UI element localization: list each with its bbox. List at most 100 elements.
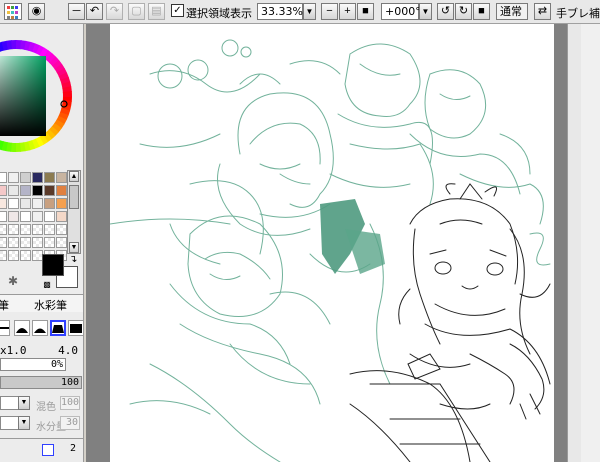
brush-size-row[interactable]: x1.0 4.0: [0, 342, 83, 358]
tab-watercolor[interactable]: 水彩筆: [34, 297, 67, 313]
color-swatch[interactable]: [8, 198, 19, 209]
swatch-scrollbar[interactable]: ▲ ▼: [67, 170, 81, 254]
blend-dropdown-icon[interactable]: ▼: [18, 396, 30, 410]
brush-tip-flat[interactable]: [0, 320, 10, 336]
color-swatch[interactable]: [56, 211, 67, 222]
min-size-slider[interactable]: 0%: [0, 358, 66, 371]
empty-swatch[interactable]: [8, 237, 19, 248]
empty-swatch[interactable]: [0, 224, 7, 235]
empty-swatch[interactable]: [20, 250, 31, 261]
brush-tip-soft[interactable]: [14, 320, 30, 336]
zoom-out-icon[interactable]: −: [321, 3, 338, 20]
line-tool-icon[interactable]: ─: [68, 3, 85, 20]
rotation-reset-icon[interactable]: ■: [473, 3, 490, 20]
selection-display-label: 選択領域表示: [186, 7, 252, 20]
brush-tip-medium[interactable]: [32, 320, 48, 336]
top-toolbar: ◉ ─ ↶ ↷ ▢ ▤ ✓ 選択領域表示 33.33% ▼ − + ■ +000…: [0, 0, 600, 24]
color-swatch[interactable]: [8, 211, 19, 222]
color-swatch[interactable]: [0, 172, 7, 183]
color-wheel[interactable]: [0, 26, 76, 174]
min-size-value: 0%: [50, 359, 63, 370]
color-swatch[interactable]: [32, 185, 43, 196]
scroll-thumb[interactable]: [69, 185, 79, 209]
stabilizer-label: 手ブレ補正: [556, 7, 600, 20]
color-swatch[interactable]: [20, 211, 31, 222]
empty-swatch[interactable]: [56, 224, 67, 235]
empty-swatch[interactable]: [56, 237, 67, 248]
color-swatch[interactable]: [44, 198, 55, 209]
empty-swatch[interactable]: [0, 237, 7, 248]
tool-panel: ▲ ▼ ✱ ↴ ▩ 筆 水彩筆 x1.0 4.0 0%: [0, 24, 84, 462]
primary-color-front[interactable]: [42, 254, 64, 276]
eyedropper-icon[interactable]: ✱: [8, 274, 18, 288]
drawing-canvas[interactable]: [110, 24, 554, 462]
right-panel-edge: [581, 24, 600, 462]
color-swatches[interactable]: [0, 170, 67, 261]
invert-selection-icon[interactable]: ▤: [148, 3, 165, 20]
rotation-field[interactable]: +000°: [381, 3, 421, 20]
color-swatch[interactable]: [32, 211, 43, 222]
brush-size-value[interactable]: 4.0: [58, 344, 78, 357]
color-swatch[interactable]: [0, 211, 7, 222]
empty-swatch[interactable]: [44, 237, 55, 248]
color-swatch[interactable]: [8, 172, 19, 183]
color-swatch[interactable]: [32, 198, 43, 209]
color-swatch[interactable]: [44, 172, 55, 183]
color-swatch[interactable]: [56, 172, 67, 183]
tab-pen[interactable]: 筆: [0, 297, 9, 313]
brush-tip-square[interactable]: [68, 320, 83, 336]
empty-swatch[interactable]: [20, 237, 31, 248]
empty-swatch[interactable]: [8, 224, 19, 235]
blend-mode-select[interactable]: 通常: [496, 3, 528, 20]
brush-tip-shapes: [0, 320, 83, 338]
empty-swatch[interactable]: [32, 224, 43, 235]
empty-swatch[interactable]: [32, 237, 43, 248]
empty-swatch[interactable]: [8, 250, 19, 261]
brush-slot-selected[interactable]: [42, 444, 54, 456]
flip-horizontal-icon[interactable]: ⇄: [534, 3, 551, 20]
dilution-value: 30: [60, 416, 80, 430]
undo-icon[interactable]: ↶: [86, 3, 103, 20]
canvas-workspace: [86, 24, 600, 462]
canvas-scrollbar[interactable]: [567, 24, 581, 462]
blend-value: 100: [60, 396, 80, 410]
selection-display-checkbox[interactable]: ✓: [171, 4, 184, 17]
color-swatch[interactable]: [8, 185, 19, 196]
color-swatch[interactable]: [0, 198, 7, 209]
empty-swatch[interactable]: [44, 224, 55, 235]
color-swatch[interactable]: [56, 198, 67, 209]
density-slider[interactable]: 100: [0, 376, 82, 389]
redo-icon[interactable]: ↷: [106, 3, 123, 20]
density-value: 100: [60, 377, 79, 388]
swap-colors-icon[interactable]: ↴: [69, 254, 77, 265]
brush-tip-hard[interactable]: [50, 320, 66, 336]
rotation-dropdown-icon[interactable]: ▼: [419, 3, 432, 20]
zoom-field[interactable]: 33.33%: [257, 3, 303, 20]
color-swatch[interactable]: [0, 185, 7, 196]
reset-colors-icon[interactable]: ▩: [42, 280, 52, 290]
rotate-left-icon[interactable]: ↺: [437, 3, 454, 20]
color-swatch[interactable]: [20, 198, 31, 209]
scroll-up-icon[interactable]: ▲: [69, 171, 79, 182]
color-swatch[interactable]: [20, 185, 31, 196]
rotate-right-icon[interactable]: ↻: [455, 3, 472, 20]
color-swatch[interactable]: [20, 172, 31, 183]
color-swatch[interactable]: [44, 185, 55, 196]
palette-grid-icon[interactable]: [4, 3, 22, 20]
paint-app-window: ◉ ─ ↶ ↷ ▢ ▤ ✓ 選択領域表示 33.33% ▼ − + ■ +000…: [0, 0, 600, 462]
color-swatch[interactable]: [32, 172, 43, 183]
color-swatch[interactable]: [56, 185, 67, 196]
zoom-reset-icon[interactable]: ■: [357, 3, 374, 20]
zoom-dropdown-icon[interactable]: ▼: [303, 3, 316, 20]
brush-slot-number: 2: [70, 443, 77, 454]
empty-swatch[interactable]: [0, 250, 7, 261]
brush-size-multiplier[interactable]: x1.0: [0, 344, 27, 357]
deselect-icon[interactable]: ▢: [128, 3, 145, 20]
empty-swatch[interactable]: [20, 224, 31, 235]
zoom-in-icon[interactable]: +: [339, 3, 356, 20]
scroll-down-icon[interactable]: ▼: [69, 242, 79, 253]
dilution-dropdown-icon[interactable]: ▼: [18, 416, 30, 430]
view-toggle-icon[interactable]: ◉: [28, 3, 45, 20]
color-swatch[interactable]: [44, 211, 55, 222]
sketch-artwork: [110, 39, 551, 462]
